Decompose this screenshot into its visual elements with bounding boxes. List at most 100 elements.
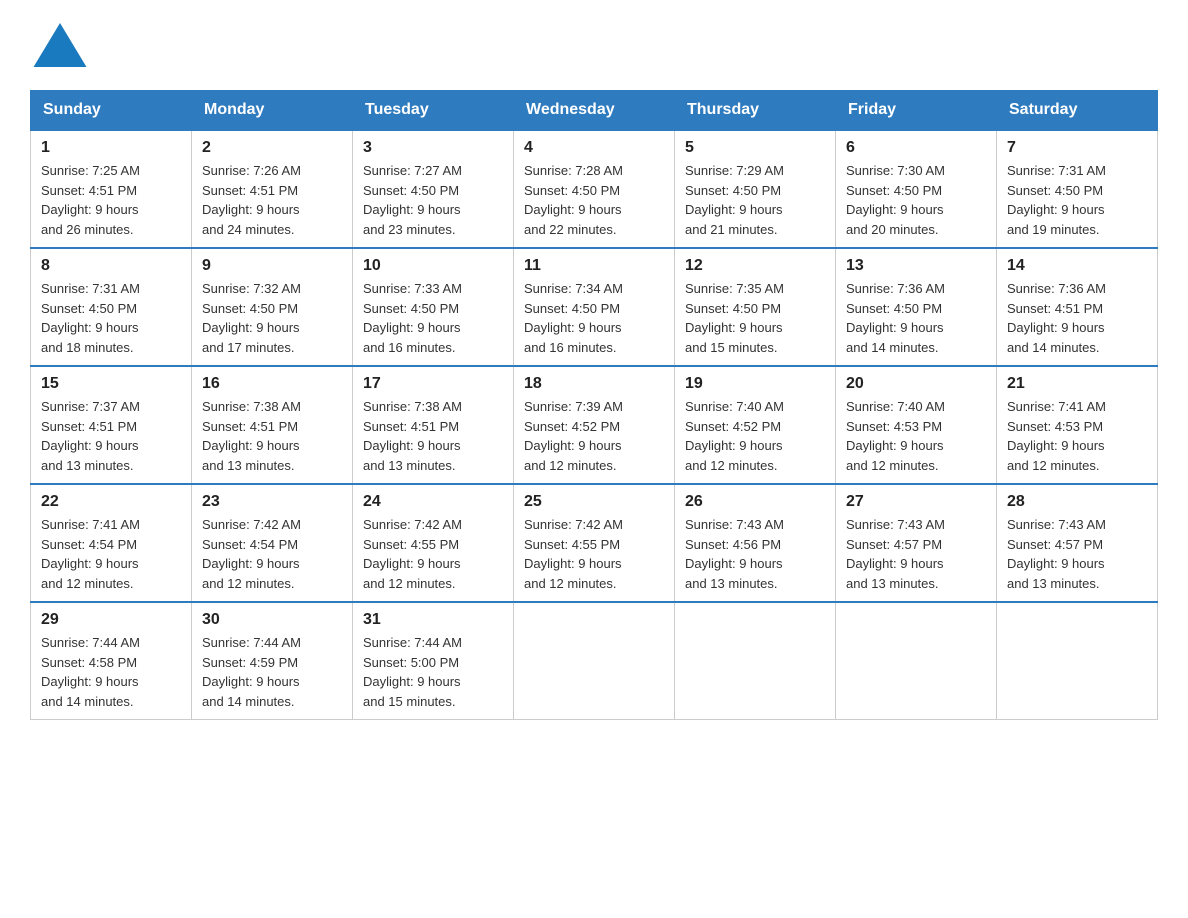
day-header-tuesday: Tuesday: [353, 91, 514, 131]
calendar-day-14: 14 Sunrise: 7:36 AMSunset: 4:51 PMDaylig…: [997, 248, 1158, 366]
day-number: 18: [524, 375, 664, 393]
calendar-day-12: 12 Sunrise: 7:35 AMSunset: 4:50 PMDaylig…: [675, 248, 836, 366]
calendar-day-25: 25 Sunrise: 7:42 AMSunset: 4:55 PMDaylig…: [514, 484, 675, 602]
day-info: Sunrise: 7:36 AMSunset: 4:51 PMDaylight:…: [1007, 281, 1106, 355]
calendar-day-1: 1 Sunrise: 7:25 AMSunset: 4:51 PMDayligh…: [31, 130, 192, 248]
logo-triangle-icon: [30, 20, 90, 70]
calendar-day-19: 19 Sunrise: 7:40 AMSunset: 4:52 PMDaylig…: [675, 366, 836, 484]
day-number: 6: [846, 139, 986, 157]
calendar-day-6: 6 Sunrise: 7:30 AMSunset: 4:50 PMDayligh…: [836, 130, 997, 248]
calendar-empty: [514, 602, 675, 720]
day-number: 17: [363, 375, 503, 393]
day-number: 23: [202, 493, 342, 511]
day-number: 30: [202, 611, 342, 629]
calendar-day-26: 26 Sunrise: 7:43 AMSunset: 4:56 PMDaylig…: [675, 484, 836, 602]
calendar-day-7: 7 Sunrise: 7:31 AMSunset: 4:50 PMDayligh…: [997, 130, 1158, 248]
calendar-day-2: 2 Sunrise: 7:26 AMSunset: 4:51 PMDayligh…: [192, 130, 353, 248]
day-info: Sunrise: 7:34 AMSunset: 4:50 PMDaylight:…: [524, 281, 623, 355]
day-number: 4: [524, 139, 664, 157]
logo: [30, 20, 90, 70]
day-number: 8: [41, 257, 181, 275]
day-info: Sunrise: 7:35 AMSunset: 4:50 PMDaylight:…: [685, 281, 784, 355]
day-number: 26: [685, 493, 825, 511]
calendar-day-28: 28 Sunrise: 7:43 AMSunset: 4:57 PMDaylig…: [997, 484, 1158, 602]
day-info: Sunrise: 7:31 AMSunset: 4:50 PMDaylight:…: [41, 281, 140, 355]
day-info: Sunrise: 7:36 AMSunset: 4:50 PMDaylight:…: [846, 281, 945, 355]
day-info: Sunrise: 7:25 AMSunset: 4:51 PMDaylight:…: [41, 163, 140, 237]
calendar-day-30: 30 Sunrise: 7:44 AMSunset: 4:59 PMDaylig…: [192, 602, 353, 720]
day-number: 22: [41, 493, 181, 511]
calendar-day-29: 29 Sunrise: 7:44 AMSunset: 4:58 PMDaylig…: [31, 602, 192, 720]
day-info: Sunrise: 7:39 AMSunset: 4:52 PMDaylight:…: [524, 399, 623, 473]
calendar-header: SundayMondayTuesdayWednesdayThursdayFrid…: [31, 91, 1158, 131]
calendar-day-23: 23 Sunrise: 7:42 AMSunset: 4:54 PMDaylig…: [192, 484, 353, 602]
calendar-day-16: 16 Sunrise: 7:38 AMSunset: 4:51 PMDaylig…: [192, 366, 353, 484]
day-number: 21: [1007, 375, 1147, 393]
day-info: Sunrise: 7:38 AMSunset: 4:51 PMDaylight:…: [363, 399, 462, 473]
calendar-day-21: 21 Sunrise: 7:41 AMSunset: 4:53 PMDaylig…: [997, 366, 1158, 484]
day-info: Sunrise: 7:29 AMSunset: 4:50 PMDaylight:…: [685, 163, 784, 237]
day-number: 14: [1007, 257, 1147, 275]
day-info: Sunrise: 7:33 AMSunset: 4:50 PMDaylight:…: [363, 281, 462, 355]
calendar-day-10: 10 Sunrise: 7:33 AMSunset: 4:50 PMDaylig…: [353, 248, 514, 366]
day-info: Sunrise: 7:41 AMSunset: 4:53 PMDaylight:…: [1007, 399, 1106, 473]
calendar-empty: [836, 602, 997, 720]
day-info: Sunrise: 7:27 AMSunset: 4:50 PMDaylight:…: [363, 163, 462, 237]
day-header-monday: Monday: [192, 91, 353, 131]
day-info: Sunrise: 7:44 AMSunset: 5:00 PMDaylight:…: [363, 635, 462, 709]
calendar-empty: [675, 602, 836, 720]
day-info: Sunrise: 7:40 AMSunset: 4:53 PMDaylight:…: [846, 399, 945, 473]
day-number: 28: [1007, 493, 1147, 511]
day-info: Sunrise: 7:30 AMSunset: 4:50 PMDaylight:…: [846, 163, 945, 237]
day-info: Sunrise: 7:44 AMSunset: 4:58 PMDaylight:…: [41, 635, 140, 709]
calendar-week-2: 8 Sunrise: 7:31 AMSunset: 4:50 PMDayligh…: [31, 248, 1158, 366]
page-header: [30, 20, 1158, 70]
calendar-day-5: 5 Sunrise: 7:29 AMSunset: 4:50 PMDayligh…: [675, 130, 836, 248]
days-header-row: SundayMondayTuesdayWednesdayThursdayFrid…: [31, 91, 1158, 131]
day-info: Sunrise: 7:43 AMSunset: 4:57 PMDaylight:…: [1007, 517, 1106, 591]
day-number: 20: [846, 375, 986, 393]
calendar-week-5: 29 Sunrise: 7:44 AMSunset: 4:58 PMDaylig…: [31, 602, 1158, 720]
calendar-day-9: 9 Sunrise: 7:32 AMSunset: 4:50 PMDayligh…: [192, 248, 353, 366]
day-number: 1: [41, 139, 181, 157]
calendar-day-31: 31 Sunrise: 7:44 AMSunset: 5:00 PMDaylig…: [353, 602, 514, 720]
day-number: 11: [524, 257, 664, 275]
calendar-table: SundayMondayTuesdayWednesdayThursdayFrid…: [30, 90, 1158, 720]
day-number: 5: [685, 139, 825, 157]
day-number: 15: [41, 375, 181, 393]
day-number: 12: [685, 257, 825, 275]
day-number: 13: [846, 257, 986, 275]
day-info: Sunrise: 7:44 AMSunset: 4:59 PMDaylight:…: [202, 635, 301, 709]
calendar-week-1: 1 Sunrise: 7:25 AMSunset: 4:51 PMDayligh…: [31, 130, 1158, 248]
day-header-thursday: Thursday: [675, 91, 836, 131]
day-info: Sunrise: 7:28 AMSunset: 4:50 PMDaylight:…: [524, 163, 623, 237]
day-info: Sunrise: 7:37 AMSunset: 4:51 PMDaylight:…: [41, 399, 140, 473]
day-info: Sunrise: 7:42 AMSunset: 4:54 PMDaylight:…: [202, 517, 301, 591]
day-number: 3: [363, 139, 503, 157]
day-number: 27: [846, 493, 986, 511]
day-number: 31: [363, 611, 503, 629]
calendar-day-8: 8 Sunrise: 7:31 AMSunset: 4:50 PMDayligh…: [31, 248, 192, 366]
day-info: Sunrise: 7:32 AMSunset: 4:50 PMDaylight:…: [202, 281, 301, 355]
calendar-day-13: 13 Sunrise: 7:36 AMSunset: 4:50 PMDaylig…: [836, 248, 997, 366]
calendar-day-3: 3 Sunrise: 7:27 AMSunset: 4:50 PMDayligh…: [353, 130, 514, 248]
day-header-wednesday: Wednesday: [514, 91, 675, 131]
calendar-day-11: 11 Sunrise: 7:34 AMSunset: 4:50 PMDaylig…: [514, 248, 675, 366]
calendar-week-3: 15 Sunrise: 7:37 AMSunset: 4:51 PMDaylig…: [31, 366, 1158, 484]
day-number: 19: [685, 375, 825, 393]
day-number: 2: [202, 139, 342, 157]
calendar-day-20: 20 Sunrise: 7:40 AMSunset: 4:53 PMDaylig…: [836, 366, 997, 484]
day-header-sunday: Sunday: [31, 91, 192, 131]
day-number: 16: [202, 375, 342, 393]
calendar-body: 1 Sunrise: 7:25 AMSunset: 4:51 PMDayligh…: [31, 130, 1158, 720]
day-info: Sunrise: 7:43 AMSunset: 4:57 PMDaylight:…: [846, 517, 945, 591]
day-info: Sunrise: 7:43 AMSunset: 4:56 PMDaylight:…: [685, 517, 784, 591]
day-info: Sunrise: 7:41 AMSunset: 4:54 PMDaylight:…: [41, 517, 140, 591]
day-info: Sunrise: 7:31 AMSunset: 4:50 PMDaylight:…: [1007, 163, 1106, 237]
day-info: Sunrise: 7:26 AMSunset: 4:51 PMDaylight:…: [202, 163, 301, 237]
day-number: 10: [363, 257, 503, 275]
day-number: 25: [524, 493, 664, 511]
calendar-empty: [997, 602, 1158, 720]
calendar-day-24: 24 Sunrise: 7:42 AMSunset: 4:55 PMDaylig…: [353, 484, 514, 602]
calendar-day-4: 4 Sunrise: 7:28 AMSunset: 4:50 PMDayligh…: [514, 130, 675, 248]
